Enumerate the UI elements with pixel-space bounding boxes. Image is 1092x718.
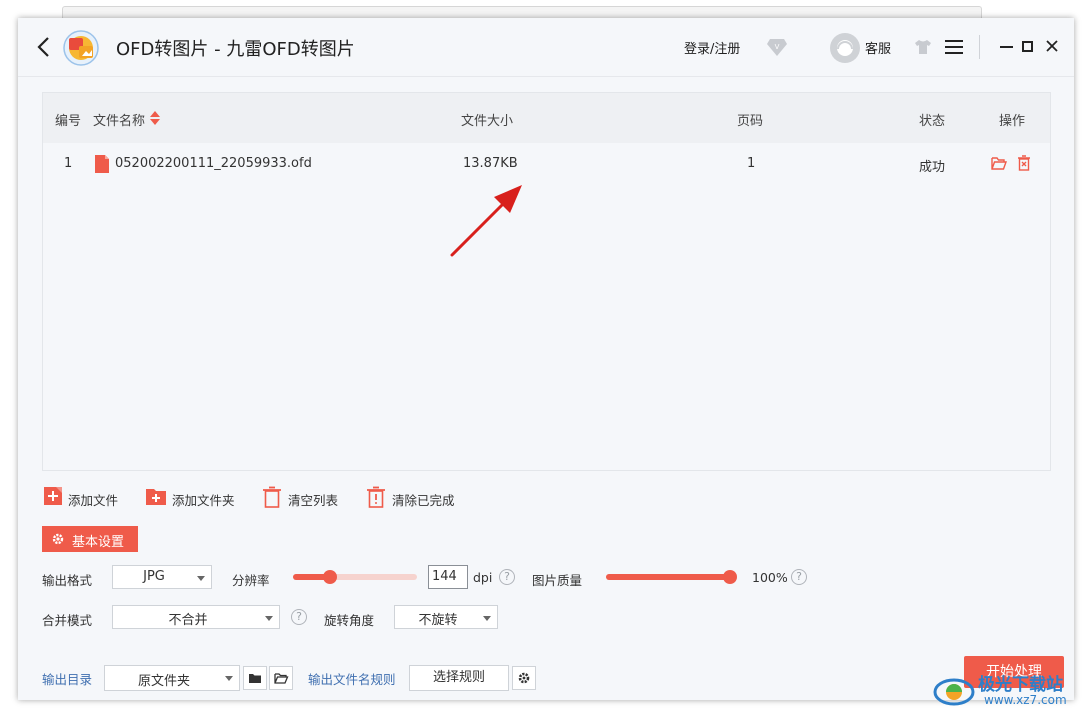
resolution-help-icon[interactable]: ? [499, 569, 515, 585]
resolution-slider-knob[interactable] [323, 570, 338, 584]
column-actions: 操作 [999, 114, 1026, 129]
merge-help-icon[interactable]: ? [291, 609, 307, 625]
minimize-icon[interactable] [1000, 46, 1013, 48]
merge-mode-select[interactable]: 不合并 [112, 605, 280, 629]
headset-icon [837, 40, 853, 56]
clear-completed-label: 清除已完成 [392, 493, 455, 508]
clear-completed-button[interactable]: 清除已完成 [366, 486, 462, 510]
output-dir-select[interactable]: 原文件夹 [104, 665, 240, 691]
file-table: 编号 文件名称 文件大小 页码 状态 操作 1 052002200111_220… [42, 92, 1051, 471]
vip-diamond-icon[interactable]: V [766, 37, 788, 57]
customer-service-label[interactable]: 客服 [865, 38, 891, 57]
menu-icon[interactable] [945, 40, 963, 54]
chevron-down-icon [483, 616, 491, 621]
browse-folder-button[interactable] [243, 666, 267, 690]
ofd-file-icon [95, 155, 109, 173]
row-filename: 052002200111_22059933.ofd [115, 156, 312, 171]
column-filename[interactable]: 文件名称 [93, 110, 145, 129]
rotate-angle-value: 不旋转 [418, 613, 458, 628]
back-arrow-icon[interactable] [34, 35, 54, 59]
open-output-folder-button[interactable] [269, 666, 293, 690]
rule-settings-button[interactable] [512, 666, 536, 690]
row-pages: 1 [747, 156, 756, 171]
chevron-down-icon [265, 616, 273, 621]
open-folder-icon[interactable] [991, 156, 1007, 170]
login-register-link[interactable]: 登录/注册 [684, 38, 740, 57]
quality-slider-knob[interactable] [723, 570, 737, 584]
add-folder-label: 添加文件夹 [172, 493, 235, 508]
output-dir-value: 原文件夹 [137, 674, 190, 689]
row-status: 成功 [919, 160, 946, 175]
add-folder-button[interactable]: 添加文件夹 [146, 486, 246, 510]
column-size: 文件大小 [461, 114, 514, 129]
start-processing-button[interactable]: 开始处理 [964, 656, 1064, 688]
merge-mode-label: 合并模式 [42, 613, 93, 628]
basic-settings-tab[interactable]: 基本设置 [42, 526, 138, 552]
resolution-slider[interactable] [293, 570, 417, 584]
app-window: OFD转图片 - 九雷OFD转图片 登录/注册 V 客服 编号 文件名称 文件大… [18, 18, 1074, 700]
quality-slider-fill [606, 574, 730, 580]
sort-icon[interactable] [149, 110, 161, 126]
app-logo-icon [63, 30, 99, 66]
quality-help-icon[interactable]: ? [791, 569, 807, 585]
add-folder-icon [146, 489, 166, 505]
select-rule-button[interactable]: 选择规则 [409, 665, 509, 691]
quality-value: 100% [752, 570, 788, 585]
folder-icon [249, 674, 261, 683]
add-file-button[interactable]: 添加文件 [44, 486, 124, 510]
add-file-label: 添加文件 [68, 493, 119, 508]
app-title: OFD转图片 - 九雷OFD转图片 [116, 39, 355, 60]
merge-mode-value: 不合并 [168, 613, 208, 628]
svg-text:V: V [775, 43, 780, 51]
clear-list-label: 清空列表 [288, 493, 339, 508]
output-format-value: JPG [143, 569, 165, 584]
gear-icon [52, 533, 64, 545]
close-icon[interactable] [1045, 39, 1059, 53]
title-bar: OFD转图片 - 九雷OFD转图片 登录/注册 V 客服 [18, 18, 1074, 77]
table-header: 编号 文件名称 文件大小 页码 状态 操作 [43, 93, 1050, 143]
chevron-down-icon [225, 676, 233, 681]
image-quality-label: 图片质量 [532, 573, 583, 588]
table-row[interactable]: 1 052002200111_22059933.ofd 13.87KB 1 成功 [43, 143, 1050, 185]
rotate-angle-select[interactable]: 不旋转 [394, 605, 498, 629]
row-index: 1 [64, 156, 73, 171]
open-folder-icon [274, 673, 289, 684]
gear-icon [518, 672, 530, 684]
column-index: 编号 [55, 114, 82, 129]
trash-icon [263, 486, 281, 508]
output-format-label: 输出格式 [42, 573, 93, 588]
delete-icon[interactable] [1017, 155, 1031, 171]
clear-list-button[interactable]: 清空列表 [262, 486, 342, 510]
resolution-label: 分辨率 [232, 573, 270, 588]
rotate-angle-label: 旋转角度 [324, 613, 375, 628]
basic-settings-label: 基本设置 [72, 535, 125, 550]
filename-rule-label: 输出文件名规则 [308, 672, 396, 687]
add-file-icon [44, 487, 62, 505]
dpi-unit-label: dpi [473, 570, 493, 585]
column-pages: 页码 [737, 114, 764, 129]
column-status: 状态 [919, 114, 946, 129]
clear-completed-icon [367, 486, 385, 508]
maximize-icon[interactable] [1022, 41, 1033, 52]
output-format-select[interactable]: JPG [112, 565, 212, 589]
row-size: 13.87KB [463, 156, 518, 171]
skin-shirt-icon[interactable] [914, 39, 932, 55]
output-dir-label: 输出目录 [42, 672, 93, 687]
titlebar-divider [979, 35, 980, 59]
customer-service-avatar[interactable] [830, 33, 860, 63]
quality-slider[interactable] [606, 570, 737, 584]
chevron-down-icon [197, 576, 205, 581]
resolution-input[interactable]: 144 [428, 565, 468, 589]
